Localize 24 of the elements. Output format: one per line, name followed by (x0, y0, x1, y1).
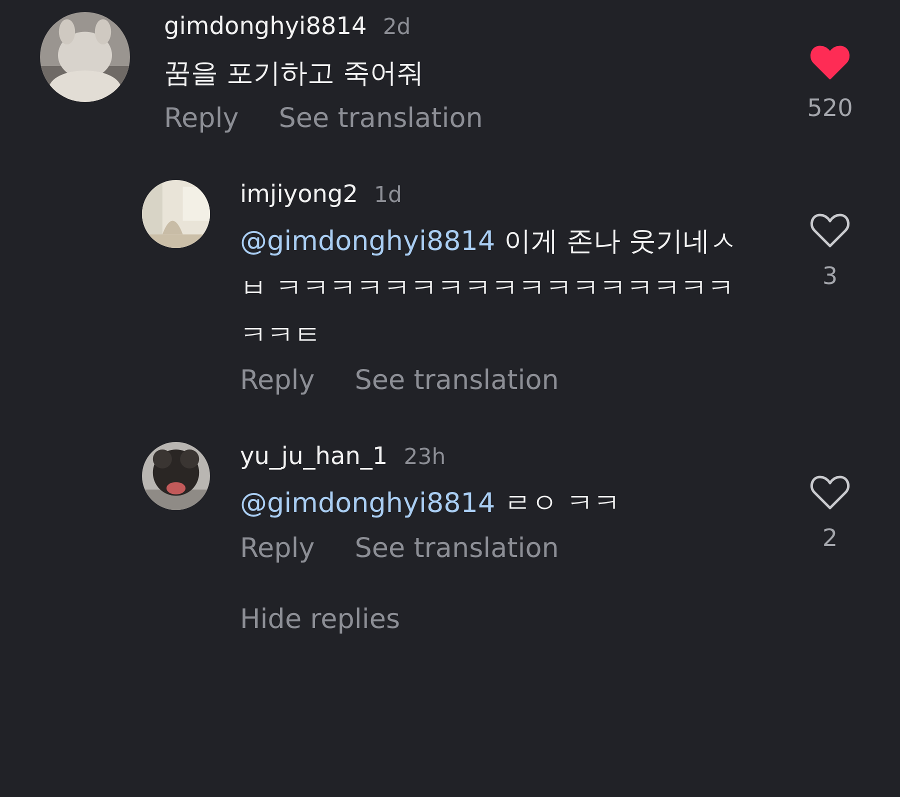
timestamp: 1d (374, 183, 402, 208)
mention-link[interactable]: @gimdonghyi8814 (240, 488, 496, 519)
like-count: 520 (807, 94, 853, 122)
translation-link[interactable]: See translation (354, 365, 559, 396)
reply-button[interactable]: Reply (240, 365, 315, 396)
hide-replies-button[interactable]: Hide replies (240, 604, 400, 635)
mention-link[interactable]: @gimdonghyi8814 (240, 226, 496, 257)
reply-button[interactable]: Reply (240, 533, 315, 564)
comment-text: @gimdonghyi8814 이게 존나 웃기네ㅅㅂ ㅋㅋㅋㅋㅋㅋㅋㅋㅋㅋㅋㅋㅋㅋㅋㅋㅋㅋㅋㅌ (240, 225, 738, 353)
like-count: 2 (822, 524, 838, 552)
heart-icon[interactable] (810, 212, 850, 248)
username[interactable]: imjiyong2 (240, 180, 358, 208)
username[interactable]: gimdonghyi8814 (164, 12, 367, 40)
timestamp: 2d (382, 15, 411, 40)
translation-link[interactable]: See translation (354, 533, 559, 564)
heart-icon[interactable] (810, 44, 850, 80)
username[interactable]: yu_ju_han_1 (240, 442, 388, 470)
translation-link[interactable]: See translation (278, 103, 483, 134)
reply-button[interactable]: Reply (164, 103, 239, 134)
heart-icon[interactable] (810, 474, 850, 510)
comment-text: 꿈을 포기하고 죽어줘 (164, 57, 426, 91)
like-count: 3 (822, 262, 838, 290)
comment-text: @gimdonghyi8814 ㄹㅇ ㅋㅋ (240, 487, 622, 521)
timestamp: 23h (404, 445, 446, 470)
